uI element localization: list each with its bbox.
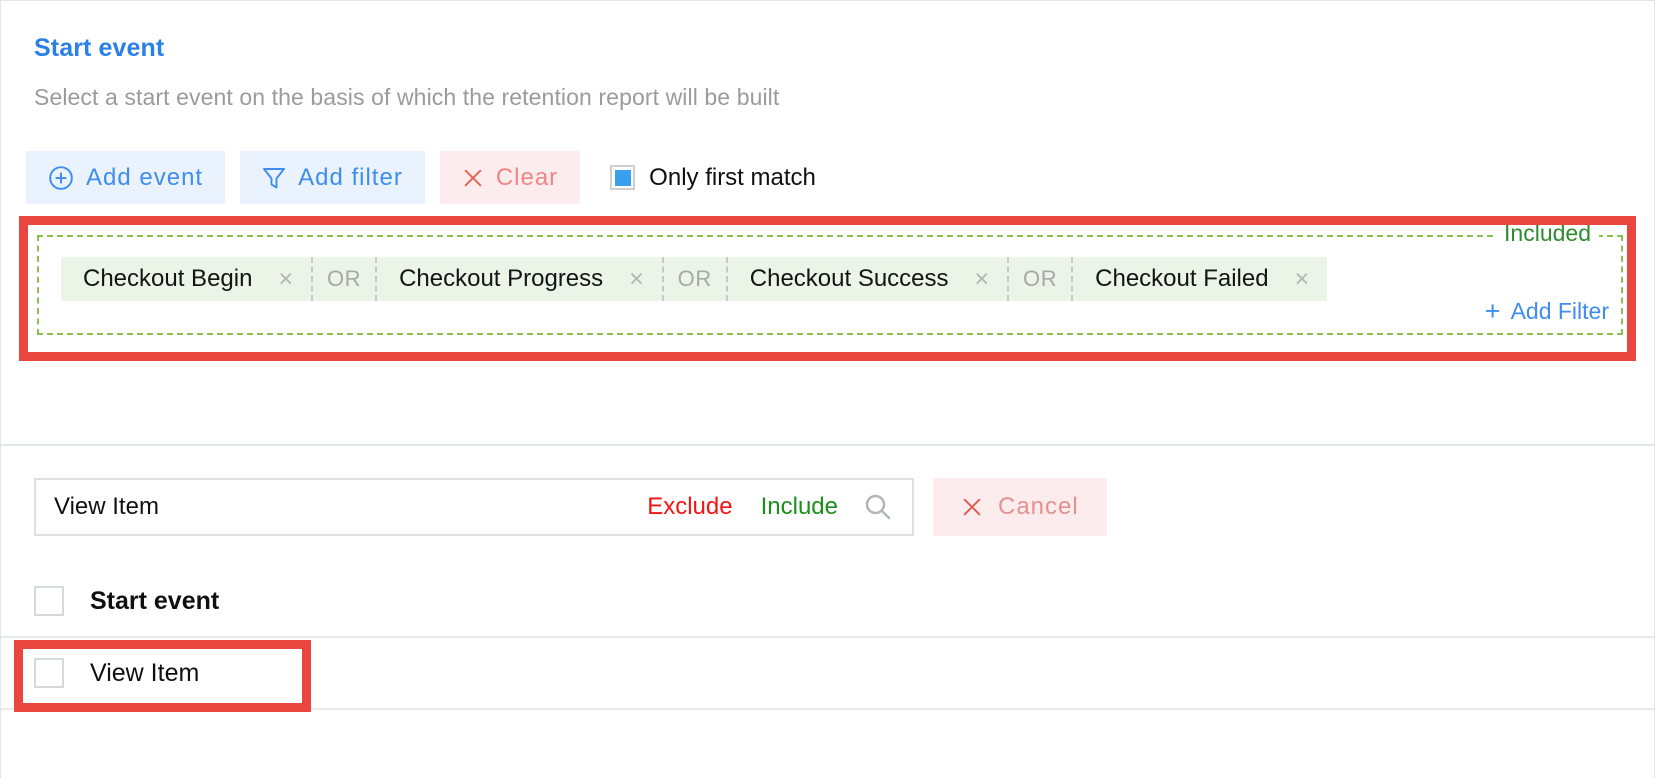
event-tag[interactable]: Checkout Begin × — [61, 257, 312, 301]
remove-tag-icon[interactable]: × — [975, 266, 990, 292]
retention-start-event-panel: Start event Select a start event on the … — [0, 0, 1655, 778]
only-first-match-label: Only first match — [649, 163, 816, 191]
list-item-label: Start event — [90, 586, 220, 615]
list-item[interactable]: Start event — [1, 566, 1654, 638]
event-tag-label: Checkout Progress — [399, 265, 604, 292]
event-picker-section: View Item Exclude Include Cancel Start e… — [1, 448, 1654, 778]
add-filter-button[interactable]: Add filter — [240, 151, 425, 204]
list-item-checkbox[interactable] — [34, 658, 64, 688]
event-tag[interactable]: Checkout Success × — [727, 257, 1008, 301]
plus-icon: + — [1484, 296, 1501, 326]
search-input[interactable]: View Item — [54, 493, 647, 521]
event-tag[interactable]: Checkout Progress × — [377, 257, 662, 301]
included-filter-group: Included Checkout Begin × OR Checkout Pr… — [37, 218, 1623, 335]
add-event-button[interactable]: Add event — [26, 151, 226, 204]
page-title: Start event — [34, 34, 165, 62]
only-first-match-toggle[interactable]: Only first match — [610, 164, 816, 192]
close-x-icon — [961, 496, 983, 518]
add-event-label: Add event — [86, 163, 204, 191]
event-tag-strip: Checkout Begin × OR Checkout Progress × … — [61, 257, 1328, 301]
event-tag[interactable]: Checkout Failed × — [1073, 257, 1328, 301]
or-operator: OR — [661, 257, 728, 301]
include-button[interactable]: Include — [761, 493, 838, 521]
remove-tag-icon[interactable]: × — [278, 266, 293, 292]
exclude-button[interactable]: Exclude — [647, 493, 732, 521]
add-filter-link[interactable]: + Add Filter — [1485, 298, 1609, 325]
remove-tag-icon[interactable]: × — [629, 266, 644, 292]
included-legend-label: Included — [1496, 218, 1599, 248]
event-toolbar: Add event Add filter Clear Only first ma… — [26, 151, 816, 204]
event-search-row: View Item Exclude Include Cancel — [34, 478, 1107, 536]
cancel-button[interactable]: Cancel — [933, 478, 1107, 536]
search-icon[interactable] — [862, 491, 894, 523]
remove-tag-icon[interactable]: × — [1295, 266, 1310, 292]
plus-circle-icon — [48, 165, 74, 191]
clear-label: Clear — [495, 163, 559, 191]
funnel-icon — [262, 165, 286, 191]
list-item[interactable]: View Item — [1, 638, 1654, 710]
event-tag-label: Checkout Begin — [83, 265, 253, 292]
only-first-match-checkbox[interactable] — [610, 165, 636, 190]
close-x-icon — [462, 167, 484, 189]
cancel-label: Cancel — [998, 493, 1079, 520]
start-event-section: Start event Select a start event on the … — [1, 1, 1654, 446]
list-item-checkbox[interactable] — [34, 586, 64, 616]
page-subtitle: Select a start event on the basis of whi… — [34, 84, 780, 110]
add-filter-link-label: Add Filter — [1510, 298, 1609, 324]
or-operator: OR — [1007, 257, 1074, 301]
list-item-label: View Item — [90, 658, 200, 687]
add-filter-label: Add filter — [298, 163, 403, 191]
event-search-box[interactable]: View Item Exclude Include — [34, 478, 914, 536]
event-tag-label: Checkout Success — [749, 265, 949, 292]
or-operator: OR — [311, 257, 378, 301]
event-tag-label: Checkout Failed — [1095, 265, 1269, 292]
clear-button[interactable]: Clear — [439, 151, 581, 204]
